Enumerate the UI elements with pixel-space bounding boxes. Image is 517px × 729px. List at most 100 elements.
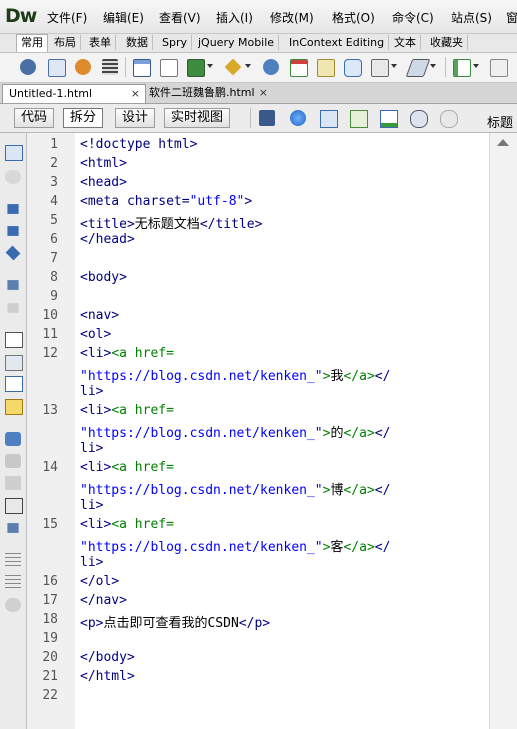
line-numbers-icon[interactable] [5, 332, 23, 348]
code-line[interactable]: <li><a href= [80, 346, 174, 361]
code-line[interactable]: <title>无标题文档</title> [80, 213, 262, 232]
open-documents-icon[interactable] [5, 145, 23, 161]
email-link-icon[interactable] [48, 59, 66, 77]
code-line[interactable]: <ol> [80, 327, 111, 342]
apply-comment-icon[interactable] [5, 432, 21, 446]
toolbar-options-icon[interactable] [490, 59, 508, 77]
insert-tab-incontext-editing[interactable]: InContext Editing [285, 35, 390, 50]
date-icon[interactable] [290, 59, 308, 77]
insert-tab-jquery-mobile[interactable]: jQuery Mobile [194, 35, 280, 50]
code-line[interactable]: "https://blog.csdn.net/kenken_">客</a></ [80, 536, 390, 555]
insert-tab-common[interactable]: 常用 [16, 34, 48, 52]
validate-icon[interactable] [380, 110, 398, 128]
code-line[interactable]: <li><a href= [80, 403, 174, 418]
image-icon[interactable] [187, 59, 205, 77]
insert-tab-data[interactable]: 数据 [122, 35, 153, 50]
indent-code-icon[interactable] [5, 553, 21, 567]
select-parent-tag-icon[interactable] [7, 280, 19, 290]
code-line[interactable]: <head> [80, 175, 127, 190]
multiscreen-icon[interactable] [259, 110, 275, 126]
live-view-button[interactable]: 实时视图 [164, 108, 231, 128]
menu-modify[interactable]: 修改(M) [270, 9, 314, 26]
format-source-icon[interactable] [5, 598, 21, 612]
code-line[interactable]: </ol> [80, 574, 119, 589]
chevron-down-icon[interactable] [473, 64, 479, 68]
move-css-icon[interactable] [7, 523, 19, 533]
code-line[interactable]: </head> [80, 232, 135, 247]
preview-globe-icon[interactable] [290, 110, 306, 126]
code-line[interactable]: <html> [80, 156, 127, 171]
refresh-icon[interactable] [440, 110, 458, 128]
chevron-down-icon[interactable] [207, 64, 213, 68]
split-view-button[interactable]: 拆分 [63, 108, 104, 128]
menu-insert[interactable]: 插入(I) [216, 9, 253, 26]
server-side-include-icon[interactable] [317, 59, 335, 77]
vertical-scrollbar[interactable] [489, 133, 517, 729]
code-line[interactable]: "https://blog.csdn.net/kenken_">的</a></ [80, 422, 390, 441]
horizontal-rule-icon[interactable] [102, 59, 118, 75]
code-line[interactable]: <!doctype html> [80, 137, 197, 152]
menu-file[interactable]: 文件(F) [47, 9, 87, 26]
collapse-selection-icon[interactable] [7, 226, 19, 236]
menu-commands[interactable]: 命令(C) [392, 9, 434, 26]
remove-comment-icon[interactable] [5, 454, 21, 468]
code-line[interactable]: li> [80, 555, 103, 570]
scroll-up-arrow-icon[interactable] [497, 139, 509, 146]
insert-div-icon[interactable] [160, 59, 178, 77]
design-view-button[interactable]: 设计 [115, 108, 156, 128]
highlight-invalid-code-icon[interactable] [5, 355, 23, 371]
chevron-down-icon[interactable] [245, 64, 251, 68]
code-line[interactable]: <li><a href= [80, 460, 174, 475]
menu-window[interactable]: 窗 [506, 9, 517, 26]
code-line[interactable]: li> [80, 384, 103, 399]
expand-all-icon[interactable] [5, 245, 21, 261]
template-icon[interactable] [453, 59, 471, 77]
show-code-navigator-icon[interactable] [5, 170, 21, 184]
file-management-icon[interactable] [320, 110, 338, 128]
word-wrap-icon[interactable] [5, 376, 23, 392]
browser-check-icon[interactable] [350, 110, 368, 128]
outdent-code-icon[interactable] [5, 575, 21, 589]
balance-braces-icon[interactable] [7, 303, 19, 313]
close-icon[interactable]: × [259, 84, 268, 102]
menu-format[interactable]: 格式(O) [332, 9, 375, 26]
insert-tab-layout[interactable]: 布局 [50, 35, 81, 50]
head-icon[interactable] [371, 59, 389, 77]
table-icon[interactable] [133, 59, 151, 77]
menu-site[interactable]: 站点(S) [451, 9, 492, 26]
visual-aids-icon[interactable] [410, 110, 428, 128]
chevron-down-icon[interactable] [391, 64, 397, 68]
script-icon[interactable] [405, 59, 431, 77]
menu-edit[interactable]: 编辑(E) [103, 9, 144, 26]
chevron-down-icon[interactable] [430, 64, 436, 68]
code-line[interactable]: <meta charset="utf-8"> [80, 194, 252, 209]
code-line[interactable]: </body> [80, 650, 135, 665]
code-line[interactable]: </nav> [80, 593, 127, 608]
document-tab-other[interactable]: 软件二班魏鲁鹏.html × [143, 84, 273, 102]
code-editor[interactable]: <!doctype html> <html> <head> <meta charset… [75, 133, 489, 729]
widget-icon[interactable] [263, 59, 279, 75]
code-view-button[interactable]: 代码 [14, 108, 55, 128]
close-icon[interactable]: × [131, 85, 140, 103]
named-anchor-icon[interactable] [75, 59, 91, 75]
code-line[interactable]: "https://blog.csdn.net/kenken_">博</a></ [80, 479, 390, 498]
recent-snippets-icon[interactable] [5, 498, 23, 514]
syntax-error-icon[interactable] [5, 399, 23, 415]
hyperlink-icon[interactable] [20, 59, 36, 75]
insert-tab-text[interactable]: 文本 [390, 35, 421, 50]
code-line[interactable]: <body> [80, 270, 127, 285]
code-line[interactable]: <nav> [80, 308, 119, 323]
code-line[interactable]: <li><a href= [80, 517, 174, 532]
code-line[interactable]: "https://blog.csdn.net/kenken_">我</a></ [80, 365, 390, 384]
menu-view[interactable]: 查看(V) [159, 9, 201, 26]
code-line[interactable]: li> [80, 498, 103, 513]
insert-tab-spry[interactable]: Spry [158, 35, 192, 50]
insert-tab-favorites[interactable]: 收藏夹 [426, 35, 468, 50]
code-line[interactable]: <p>点击即可查看我的CSDN</p> [80, 612, 270, 631]
media-icon[interactable] [224, 58, 242, 76]
code-line[interactable]: li> [80, 441, 103, 456]
comment-icon[interactable] [344, 59, 362, 77]
collapse-full-tag-icon[interactable] [7, 204, 19, 214]
document-tab-untitled-1[interactable]: Untitled-1.html × [2, 84, 146, 103]
wrap-tag-icon[interactable] [5, 476, 21, 490]
